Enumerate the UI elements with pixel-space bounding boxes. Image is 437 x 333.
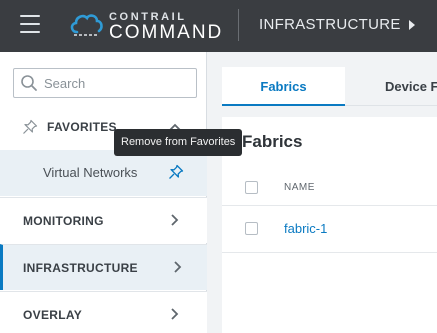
table-divider — [222, 205, 437, 206]
pin-icon — [23, 119, 38, 134]
topbar-divider — [238, 9, 239, 41]
brand-main-text: COMMAND — [109, 22, 224, 43]
sidebar: FAVORITES Virtual Networks MONITORING IN… — [0, 52, 207, 333]
row-checkbox[interactable] — [245, 222, 258, 235]
triangle-right-icon[interactable] — [409, 20, 415, 30]
favorites-header[interactable]: FAVORITES — [47, 120, 117, 134]
tab-fabrics[interactable]: Fabrics — [222, 67, 345, 106]
chevron-right-icon — [171, 214, 179, 226]
pin-icon[interactable] — [168, 164, 184, 180]
favorite-item-label: Virtual Networks — [43, 165, 138, 180]
sidebar-item-monitoring[interactable]: MONITORING — [0, 197, 207, 243]
panel-title: Fabrics — [242, 132, 303, 151]
hamburger-icon[interactable] — [20, 15, 40, 33]
search-icon — [21, 75, 37, 91]
app-window: CONTRAIL COMMAND INFRASTRUCTURE FAVORITE… — [0, 0, 437, 333]
contrail-command-logo[interactable]: CONTRAIL COMMAND — [68, 9, 228, 43]
table-row-name-link[interactable]: fabric-1 — [284, 221, 327, 236]
tooltip: Remove from Favorites — [114, 129, 243, 156]
column-header-name[interactable]: NAME — [284, 182, 315, 193]
contrail-cloud-logo — [70, 14, 103, 36]
section-title: INFRASTRUCTURE — [259, 16, 401, 33]
sidebar-item-infrastructure[interactable]: INFRASTRUCTURE — [0, 244, 207, 290]
main-content: Fabrics Device Fu Fabrics NAME fabric-1 — [208, 52, 437, 333]
fabrics-panel: Fabrics NAME fabric-1 — [222, 117, 437, 333]
sidebar-item-label: MONITORING — [23, 214, 104, 228]
chevron-right-icon — [174, 261, 182, 273]
chevron-right-icon — [171, 308, 179, 320]
table-divider — [222, 252, 437, 253]
search-input[interactable] — [44, 74, 192, 92]
tab-bar: Fabrics Device Fu — [222, 67, 437, 106]
favorite-item-virtual-networks[interactable]: Virtual Networks — [0, 150, 207, 196]
select-all-checkbox[interactable] — [245, 181, 258, 194]
sidebar-item-overlay[interactable]: OVERLAY — [0, 291, 207, 333]
tab-device-functions[interactable]: Device Fu — [345, 67, 437, 105]
sidebar-item-label: INFRASTRUCTURE — [23, 261, 138, 275]
top-bar: CONTRAIL COMMAND INFRASTRUCTURE — [0, 0, 437, 52]
search-box[interactable] — [13, 68, 197, 98]
sidebar-item-label: OVERLAY — [23, 308, 83, 322]
